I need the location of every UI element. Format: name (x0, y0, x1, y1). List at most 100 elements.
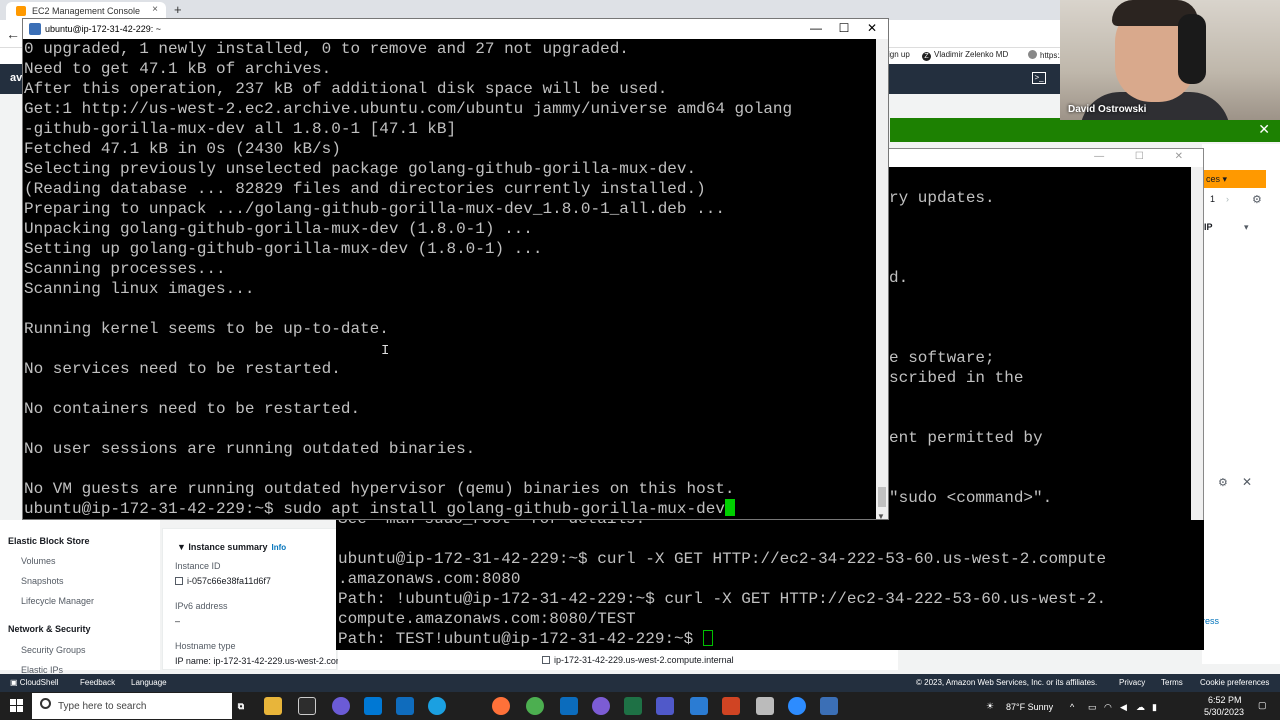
minimize-button[interactable]: — (804, 21, 828, 35)
sidebar-item-security-groups[interactable]: Security Groups (21, 645, 86, 655)
terminal-line: After this operation, 237 kB of addition… (24, 80, 668, 98)
background-terminal-titlebar[interactable]: — ☐ ✕ (889, 149, 1203, 167)
copy-icon[interactable] (175, 577, 183, 585)
terminal-scrollbar[interactable]: ▼ (876, 39, 888, 519)
mail-icon[interactable] (396, 697, 414, 715)
background-terminal-bottom[interactable]: See "man sudo_root" for details. ubuntu@i… (336, 520, 1204, 650)
chrome-icon[interactable] (526, 697, 544, 715)
cloudshell-link[interactable]: ▣ CloudShell (10, 678, 58, 687)
scrollbar-thumb[interactable] (878, 487, 886, 507)
pen-app-icon[interactable] (298, 697, 316, 715)
background-terminal-line: ent permitted by (889, 429, 1043, 447)
info-link[interactable]: Info (271, 543, 286, 552)
store-icon[interactable] (364, 697, 382, 715)
cloudshell-icon[interactable]: >_ (1032, 72, 1046, 84)
cookie-preferences-link[interactable]: Cookie preferences (1200, 678, 1269, 687)
next-page-icon[interactable]: › (1226, 194, 1229, 204)
maximize-button[interactable]: ☐ (832, 21, 856, 35)
weather-text[interactable]: 87°F Sunny (1006, 702, 1053, 712)
aws-logo[interactable]: av (10, 72, 22, 84)
sidebar-group-ebs[interactable]: Elastic Block Store (8, 536, 90, 546)
language-link[interactable]: Language (131, 678, 167, 687)
powerpoint-icon[interactable] (722, 697, 740, 715)
scroll-down-icon[interactable]: ▼ (877, 512, 885, 519)
taskbar-search[interactable]: Type here to search (32, 693, 232, 719)
ip-column-header[interactable]: IP (1204, 222, 1213, 232)
word-icon[interactable] (690, 697, 708, 715)
browser-tab-title: EC2 Management Console (32, 6, 141, 16)
bookmark-zelenko-label: Vladimir Zelenko MD (934, 50, 1009, 59)
excel-icon[interactable] (624, 697, 642, 715)
sidebar-item-lifecycle-manager[interactable]: Lifecycle Manager (21, 596, 94, 606)
edge-icon[interactable] (428, 697, 446, 715)
terminal-output[interactable]: 0 upgraded, 1 newly installed, 0 to remo… (23, 39, 878, 519)
panel-settings-icon[interactable]: ⚙ (1218, 476, 1228, 489)
windows-start-icon[interactable] (10, 699, 24, 713)
terminal-line: Setting up golang-github-gorilla-mux-dev… (24, 240, 543, 258)
address-link[interactable]: ress (1202, 616, 1219, 626)
ipv6-value: – (175, 616, 181, 626)
terminal-line: -github-gorilla-mux-dev all 1.8.0-1 [47.… (24, 120, 457, 138)
file-explorer-icon[interactable] (264, 697, 282, 715)
notepad-icon[interactable] (756, 697, 774, 715)
teams-icon[interactable] (656, 697, 674, 715)
bookmark-signup[interactable]: ign up (888, 50, 910, 59)
task-view-icon[interactable]: ⧉ (232, 697, 250, 715)
terminal-line: Scanning linux images... (24, 280, 255, 298)
copilot-icon[interactable] (332, 697, 350, 715)
private-dns-value[interactable]: ip-172-31-42-229.us-west-2.compute.inter… (542, 655, 734, 665)
volume-icon[interactable]: ◀ (1120, 702, 1127, 713)
copyright-text: © 2023, Amazon Web Services, Inc. or its… (916, 678, 1098, 687)
page-number[interactable]: 1 (1210, 194, 1215, 204)
clock-date[interactable]: 5/30/2023 (1204, 707, 1244, 717)
app-icon-purple[interactable] (592, 697, 610, 715)
close-button[interactable]: ✕ (860, 21, 884, 35)
tray-chevron-icon[interactable]: ^ (1070, 702, 1074, 712)
onedrive-icon[interactable]: ☁ (1136, 702, 1145, 713)
bookmark-zelenko[interactable]: Z Vladimir Zelenko MD (922, 50, 1008, 61)
actions-button[interactable]: ces ▾ (1202, 170, 1266, 188)
close-tab-icon[interactable]: × (152, 4, 158, 15)
wifi-icon[interactable]: ◠ (1104, 702, 1112, 713)
battery-icon[interactable]: ▮ (1152, 702, 1157, 713)
sidebar-item-volumes[interactable]: Volumes (21, 556, 56, 566)
success-banner: ✕ (890, 118, 1280, 142)
copy-dns-icon[interactable] (542, 656, 550, 664)
sidebar-group-network[interactable]: Network & Security (8, 624, 91, 634)
curl-output-line: ubuntu@ip-172-31-42-229:~$ curl -X GET H… (338, 550, 1107, 568)
clock-time[interactable]: 6:52 PM (1208, 695, 1242, 705)
panel-close-icon[interactable]: ✕ (1242, 475, 1252, 489)
terminal-window[interactable]: ubuntu@ip-172-31-42-229: ~ — ☐ ✕ 0 upgra… (22, 18, 889, 520)
instance-summary-heading[interactable]: ▼ Instance summary Info (177, 542, 286, 552)
back-arrow-icon[interactable]: ← (6, 26, 20, 42)
privacy-link[interactable]: Privacy (1119, 678, 1145, 687)
feedback-link[interactable]: Feedback (80, 678, 115, 687)
private-dns-row: ip-172-31-42-229.us-west-2.compute.inter… (338, 650, 898, 670)
firefox-icon[interactable] (492, 697, 510, 715)
weather-sun-icon[interactable]: ☀ (986, 701, 994, 712)
bookmark-https[interactable]: https:// (1028, 50, 1064, 60)
background-terminal-line: e software; (889, 349, 995, 367)
taskbar-search-placeholder: Type here to search (58, 701, 147, 712)
vs-code-icon[interactable] (560, 697, 578, 715)
terms-link[interactable]: Terms (1161, 678, 1183, 687)
notifications-icon[interactable]: ▢ (1258, 700, 1267, 711)
text-cursor-icon: I (381, 343, 390, 359)
settings-gear-icon[interactable]: ⚙ (1252, 193, 1262, 206)
background-terminal-line: "sudo <command>". (889, 489, 1053, 507)
bookmark-z-icon: Z (922, 52, 931, 61)
terminal-line: ubuntu@ip-172-31-42-229:~$ sudo apt inst… (24, 499, 735, 519)
ipv6-label: IPv6 address (175, 601, 228, 611)
background-window-controls[interactable]: — ☐ ✕ (1094, 151, 1197, 162)
instance-id-value[interactable]: i-057c66e38fa11d6f7 (175, 576, 271, 586)
sidebar-item-snapshots[interactable]: Snapshots (21, 576, 64, 586)
network-icon[interactable]: ▭ (1088, 702, 1097, 713)
zoom-icon[interactable] (788, 697, 806, 715)
new-tab-button[interactable]: + (174, 2, 182, 17)
sort-caret-icon[interactable]: ▾ (1244, 222, 1249, 233)
terminal-line: Selecting previously unselected package … (24, 160, 697, 178)
banner-close-icon[interactable]: ✕ (1258, 121, 1270, 138)
putty-taskbar-icon[interactable] (820, 697, 838, 715)
terminal-titlebar[interactable]: ubuntu@ip-172-31-42-229: ~ — ☐ ✕ (23, 19, 888, 39)
instance-id-text: i-057c66e38fa11d6f7 (187, 576, 271, 586)
